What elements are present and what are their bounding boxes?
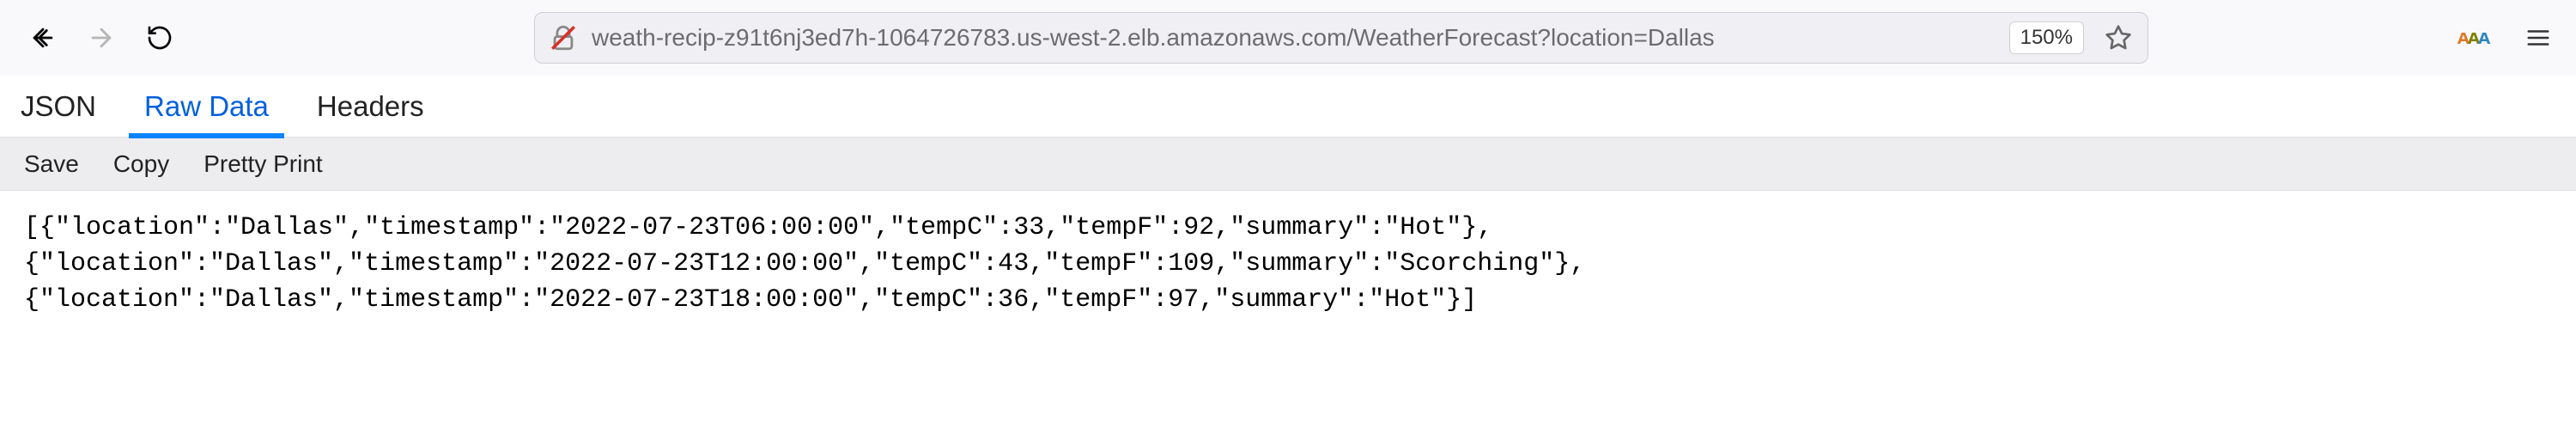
action-bar: Save Copy Pretty Print: [0, 138, 2576, 191]
forward-button: [76, 12, 127, 64]
pretty-print-button[interactable]: Pretty Print: [204, 150, 322, 178]
arrow-left-icon: [28, 23, 58, 52]
tab-json[interactable]: JSON: [21, 76, 96, 138]
copy-button[interactable]: Copy: [113, 150, 169, 178]
view-tabs: JSON Raw Data Headers: [0, 76, 2576, 138]
menu-button[interactable]: [2518, 17, 2559, 58]
bookmark-button[interactable]: [2098, 17, 2139, 58]
back-button[interactable]: [17, 12, 69, 64]
tab-headers[interactable]: Headers: [317, 76, 424, 138]
reload-icon: [146, 24, 173, 52]
raw-content: [{"location":"Dallas","timestamp":"2022-…: [0, 191, 2576, 337]
url-text[interactable]: weath-recip-z91t6nj3ed7h-1064726783.us-w…: [592, 24, 1996, 52]
extension-icon[interactable]: ᴀᴀᴀ: [2452, 24, 2494, 52]
star-icon: [2105, 24, 2132, 52]
save-button[interactable]: Save: [24, 150, 79, 178]
hamburger-icon: [2525, 25, 2551, 51]
address-bar[interactable]: weath-recip-z91t6nj3ed7h-1064726783.us-w…: [534, 12, 2148, 64]
reload-button[interactable]: [134, 12, 185, 64]
raw-line: {"location":"Dallas","timestamp":"2022-0…: [24, 282, 2552, 318]
browser-toolbar: weath-recip-z91t6nj3ed7h-1064726783.us-w…: [0, 0, 2576, 76]
arrow-right-icon: [87, 23, 116, 52]
tab-raw-data[interactable]: Raw Data: [144, 76, 269, 138]
insecure-lock-icon: [549, 23, 578, 52]
raw-line: [{"location":"Dallas","timestamp":"2022-…: [24, 210, 2552, 246]
raw-line: {"location":"Dallas","timestamp":"2022-0…: [24, 246, 2552, 282]
zoom-badge[interactable]: 150%: [2009, 21, 2084, 54]
